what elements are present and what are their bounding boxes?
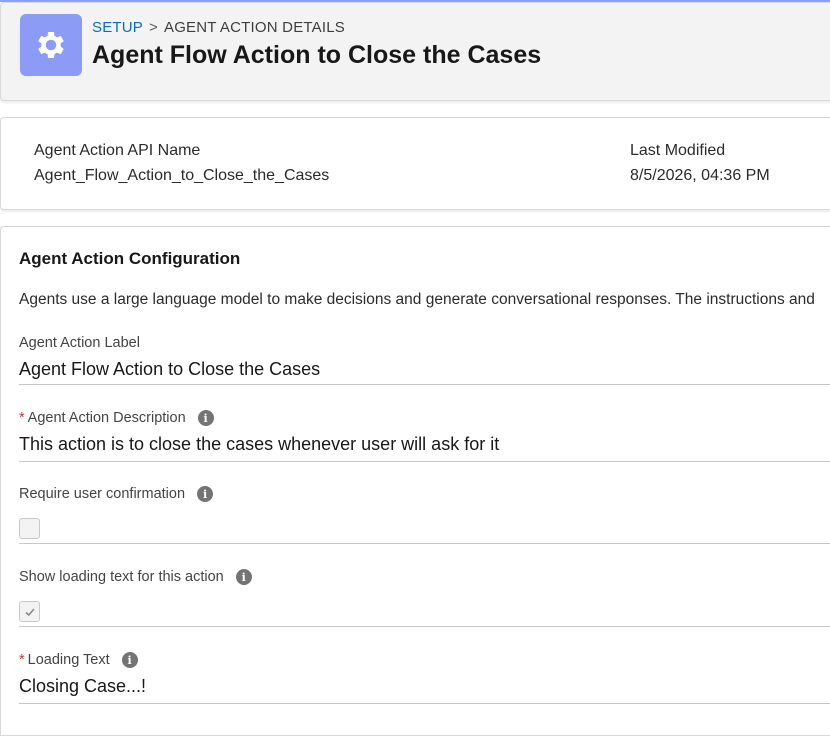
required-marker: * [19,652,25,668]
breadcrumb-separator: > [149,19,158,36]
gear-icon [38,31,64,59]
details-card: Agent Action API Name Agent_Flow_Action_… [0,117,830,210]
page-header: SETUP > AGENT ACTION DETAILS Agent Flow Ac… [0,2,830,101]
show-loading-text-caption: Show loading text for this action i [19,567,830,587]
last-modified-label: Last Modified [630,142,726,159]
agent-action-label-field[interactable]: Agent Action Label Agent Flow Action to … [19,333,830,385]
section-title: Agent Action Configuration [19,249,241,268]
divider [19,461,830,462]
section-description: Agents use a large language model to mak… [19,291,815,308]
require-confirmation-checkbox[interactable] [19,518,40,539]
api-name-value: Agent_Flow_Action_to_Close_the_Cases [34,167,330,184]
require-confirmation-caption: Require user confirmation i [19,484,830,504]
agent-action-description-field[interactable]: * Agent Action Description i This action… [19,408,830,462]
agent-action-description-caption: * Agent Action Description i [19,408,830,428]
checkmark-icon [24,607,35,616]
show-loading-text-checkbox[interactable] [19,601,40,622]
divider [19,626,830,627]
loading-text-value[interactable]: Closing Case...! [19,676,830,697]
breadcrumb-current: AGENT ACTION DETAILS [163,19,345,36]
loading-text-field[interactable]: * Loading Text i Closing Case...! [19,650,830,704]
divider [19,703,830,704]
page-title: Agent Flow Action to Close the Cases [92,41,542,69]
info-icon[interactable]: i [197,410,214,426]
agent-action-label-value[interactable]: Agent Flow Action to Close the Cases [19,359,830,380]
agent-action-description-value[interactable]: This action is to close the cases whenev… [19,434,830,455]
api-name-label: Agent Action API Name [34,142,201,159]
last-modified-value: 8/5/2026, 04:36 PM [630,167,770,184]
breadcrumb-setup-link[interactable]: SETUP [92,19,143,36]
info-icon[interactable]: i [235,569,252,585]
agent-action-label-caption: Agent Action Label [19,335,140,351]
info-icon[interactable]: i [197,486,214,502]
divider [19,543,830,544]
breadcrumb: SETUP > AGENT ACTION DETAILS [92,19,345,36]
info-icon[interactable]: i [121,652,138,668]
require-confirmation-field: Require user confirmation i [19,484,830,544]
divider [19,384,830,385]
setup-icon-tile [20,14,82,76]
show-loading-text-field: Show loading text for this action i [19,567,830,627]
required-marker: * [19,410,25,426]
loading-text-caption: * Loading Text i [19,650,830,670]
configuration-card: Agent Action Configuration Agents use a … [0,226,830,736]
